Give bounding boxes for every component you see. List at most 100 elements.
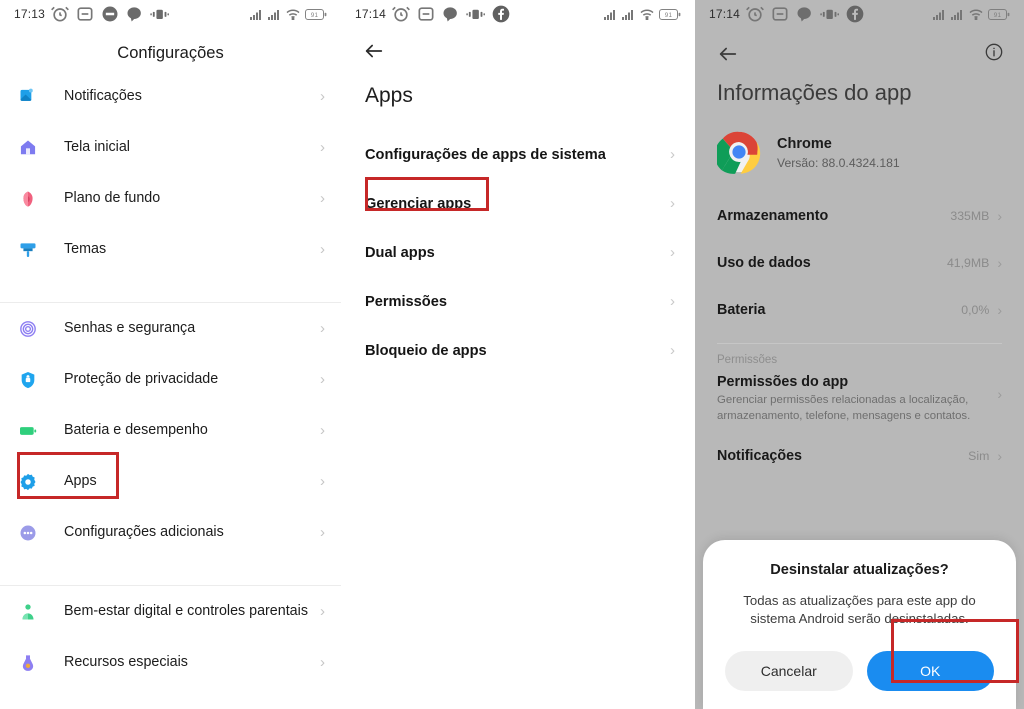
dialog-body: Todas as atualizações para este app do s… [743,592,976,627]
list-item-notificacoes[interactable]: Notificações Sim › [695,432,1024,479]
alarm-icon [50,4,70,24]
panel-apps: 17:14 91 Apps Configurações de apps de s… [341,0,695,709]
special-features-icon [18,653,52,673]
list-item-dual-apps[interactable]: Dual apps › [341,228,695,277]
sidebar-item-recursos-especiais[interactable]: Recursos especiais › [0,637,341,688]
dialog-title: Desinstalar atualizações? [770,561,949,578]
list-item-value: 41,9MB [946,255,990,270]
wifi-icon [640,9,654,20]
chevron-right-icon: › [320,603,325,620]
list-item-permissoes-do-app[interactable]: Permissões do app Gerenciar permissões r… [695,370,1024,432]
status-bar-settings: 17:13 91 [0,0,341,28]
chevron-right-icon: › [320,88,325,105]
chevron-right-icon: › [997,447,1002,464]
status-time: 17:14 [355,7,387,21]
status-bar-left: 17:14 [709,4,865,24]
sidebar-item-apps[interactable]: Apps › [0,456,341,507]
sidebar-item-senhas-e-seguranca[interactable]: Senhas e segurança › [0,303,341,354]
facebook-icon [491,4,511,24]
message-icon [100,4,120,24]
page-header-apps: Apps [341,70,695,130]
sidebar-item-tela-inicial[interactable]: Tela inicial › [0,122,341,173]
sidebar-item-label: Notificações [64,88,142,105]
list-item-bateria[interactable]: Bateria 0,0% › [695,286,1024,333]
signal-2-icon [268,9,281,20]
list-item-bloqueio-de-apps[interactable]: Bloqueio de apps › [341,326,695,375]
sidebar-item-label: Plano de fundo [64,190,161,207]
sidebar-item-label: Tela inicial [64,139,130,156]
chevron-right-icon: › [320,524,325,541]
themes-brush-icon [18,240,52,260]
app-identity: Chrome Versão: 88.0.4324.181 [777,134,900,170]
alarm-icon [391,4,411,24]
chevron-right-icon: › [320,654,325,671]
battery-performance-icon [18,421,52,441]
status-bar-right: 91 [250,8,327,20]
alarm-icon [745,4,765,24]
dnd-icon [416,4,436,24]
app-name: Chrome [777,136,832,153]
apps-gear-icon [18,472,52,492]
ok-button[interactable]: OK [866,651,994,691]
chevron-right-icon: › [670,195,675,212]
sidebar-item-bem-estar-digital[interactable]: Bem-estar digital e controles parentais … [0,586,341,637]
list-item-gerenciar-apps[interactable]: Gerenciar apps › [341,179,695,228]
notifications-icon [18,87,52,107]
back-row-apps [341,28,695,70]
wifi-icon [969,9,983,20]
sidebar-item-protecao-de-privacidade[interactable]: Proteção de privacidade › [0,354,341,405]
sidebar-item-configuracoes-adicionais[interactable]: Configurações adicionais › [0,507,341,558]
group-separator [0,275,341,302]
chevron-right-icon: › [320,139,325,156]
sidebar-item-label: Proteção de privacidade [64,371,219,388]
sidebar-item-plano-de-fundo[interactable]: Plano de fundo › [0,173,341,224]
battery-icon: 91 [988,8,1010,20]
sidebar-item-label: Apps [64,473,97,490]
vibrate-icon [820,4,840,24]
list-item-permissoes[interactable]: Permissões › [341,277,695,326]
dnd-icon [770,4,790,24]
status-bar-right: 91 [933,8,1010,20]
chevron-right-icon: › [997,386,1002,402]
app-summary: Chrome Versão: 88.0.4324.181 [695,126,1024,192]
app-version: Versão: 88.0.4324.181 [777,155,900,170]
list-item-label: Notificações [717,447,803,464]
list-item-uso-de-dados[interactable]: Uso de dados 41,9MB › [695,239,1024,286]
additional-settings-icon [18,523,52,543]
page-header-app-info: Informações do app [695,70,1024,126]
sidebar-item-label: Configurações adicionais [64,524,224,541]
privacy-shield-icon [18,370,52,390]
chevron-right-icon: › [320,473,325,490]
sidebar-item-temas[interactable]: Temas › [0,224,341,275]
cancel-button[interactable]: Cancelar [725,651,853,691]
wallpaper-flower-icon [18,189,52,209]
chevron-right-icon: › [670,244,675,261]
sidebar-item-bateria-e-desempenho[interactable]: Bateria e desempenho › [0,405,341,456]
chevron-right-icon: › [320,190,325,207]
list-item-value: Sim [968,448,990,463]
back-arrow-icon[interactable] [715,41,741,67]
info-icon[interactable] [984,42,1004,67]
list-item-label: Uso de dados [717,254,811,271]
chevron-right-icon: › [670,293,675,310]
page-title-settings: Configurações [117,44,224,62]
sidebar-item-label: Senhas e segurança [64,320,196,337]
chevron-right-icon: › [670,342,675,359]
sidebar-item-label: Bateria e desempenho [64,422,208,439]
panel-app-info: 17:14 91 Informações do app Chrome Versã… [695,0,1024,709]
status-time: 17:13 [14,7,46,21]
list-item-armazenamento[interactable]: Armazenamento 335MB › [695,192,1024,239]
list-item-label: Gerenciar apps [365,195,472,212]
list-item-subtitle: Gerenciar permissões relacionadas a loca… [717,394,971,422]
chat-icon [441,4,461,24]
permissions-text: Permissões do app Gerenciar permissões r… [717,374,997,424]
chevron-right-icon: › [997,207,1002,224]
sidebar-item-notificacoes[interactable]: Notificações › [0,71,341,122]
back-arrow-icon[interactable] [361,38,387,64]
battery-icon: 91 [305,8,327,20]
signal-2-icon [622,9,635,20]
list-item-configuracoes-de-apps-de-sistema[interactable]: Configurações de apps de sistema › [341,130,695,179]
group-separator [0,558,341,585]
digital-wellbeing-icon [18,602,52,622]
status-bar-app-info: 17:14 91 [695,0,1024,28]
